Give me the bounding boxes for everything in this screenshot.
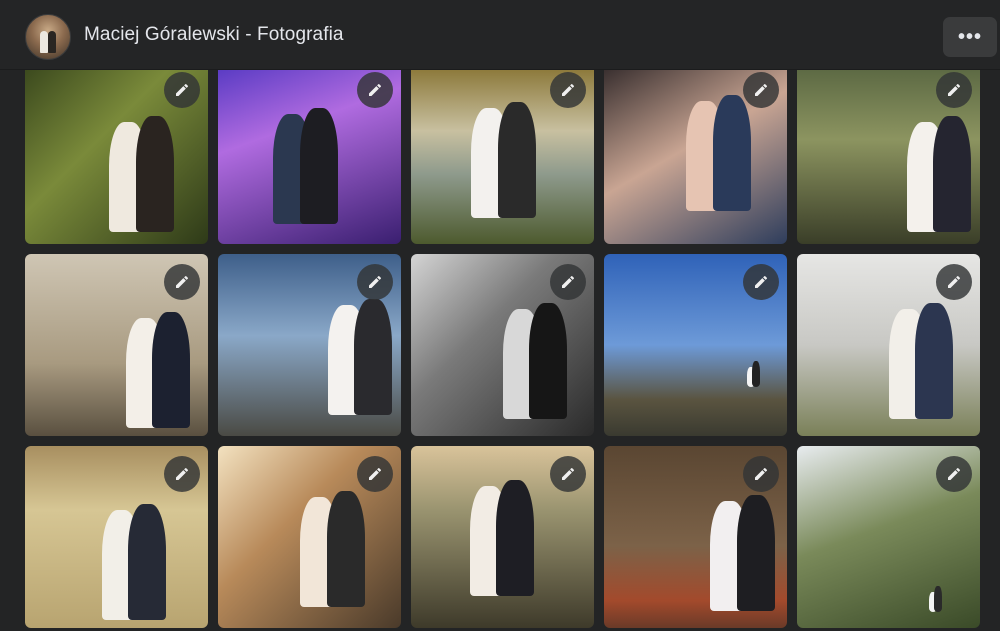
- photo-tile-hilltop-sky[interactable]: [604, 254, 787, 436]
- photo-tile-bw-window[interactable]: [411, 254, 594, 436]
- edit-photo-button[interactable]: [357, 456, 393, 492]
- edit-photo-button[interactable]: [743, 264, 779, 300]
- photo-figure-groom: [152, 311, 191, 428]
- photo-figure-groom: [354, 298, 393, 415]
- page-title[interactable]: Maciej Góralewski - Fotografia: [84, 24, 344, 46]
- photo-grid: [25, 70, 980, 628]
- pencil-icon: [560, 82, 576, 98]
- photo-tile-lake-couple[interactable]: [411, 70, 594, 244]
- photo-tile-wooden-barn[interactable]: [604, 446, 787, 628]
- edit-photo-button[interactable]: [936, 456, 972, 492]
- pencil-icon: [753, 82, 769, 98]
- photo-tile-party-dance[interactable]: [218, 70, 401, 244]
- photo-figure-groom: [934, 585, 943, 612]
- edit-photo-button[interactable]: [936, 264, 972, 300]
- page-header: Maciej Góralewski - Fotografia •••: [0, 0, 1000, 70]
- photo-figure-groom: [326, 490, 365, 607]
- avatar-groom-figure: [48, 31, 56, 53]
- profile-avatar[interactable]: [25, 14, 71, 60]
- edit-photo-button[interactable]: [357, 72, 393, 108]
- photo-tile-windmill[interactable]: [797, 446, 980, 628]
- edit-photo-button[interactable]: [550, 72, 586, 108]
- pencil-icon: [753, 466, 769, 482]
- pencil-icon: [560, 466, 576, 482]
- pencil-icon: [367, 466, 383, 482]
- pencil-icon: [367, 82, 383, 98]
- pencil-icon: [946, 466, 962, 482]
- photo-figure-groom: [933, 116, 972, 233]
- photo-figure-groom: [712, 95, 751, 212]
- photo-tile-bench-couple[interactable]: [25, 254, 208, 436]
- photo-tile-sunset-glow[interactable]: [218, 446, 401, 628]
- photo-tile-meadow-couple[interactable]: [797, 70, 980, 244]
- pencil-icon: [367, 274, 383, 290]
- more-options-button[interactable]: •••: [943, 17, 997, 57]
- photo-tile-makeup-portrait[interactable]: [604, 70, 787, 244]
- photo-figure-groom: [915, 302, 954, 419]
- photo-tile-manor-couple[interactable]: [797, 254, 980, 436]
- pencil-icon: [753, 274, 769, 290]
- photo-figure-groom: [299, 107, 338, 224]
- edit-photo-button[interactable]: [164, 72, 200, 108]
- photo-figure-groom: [496, 480, 535, 597]
- edit-photo-button[interactable]: [743, 72, 779, 108]
- edit-photo-button[interactable]: [550, 456, 586, 492]
- more-options-icon: •••: [957, 26, 982, 48]
- pencil-icon: [946, 82, 962, 98]
- edit-photo-button[interactable]: [164, 456, 200, 492]
- photo-figure-groom: [736, 494, 775, 611]
- edit-photo-button[interactable]: [164, 264, 200, 300]
- pencil-icon: [560, 274, 576, 290]
- photo-figure-groom: [135, 116, 174, 233]
- edit-photo-button[interactable]: [357, 264, 393, 300]
- edit-photo-button[interactable]: [936, 72, 972, 108]
- photo-figure-groom: [128, 503, 167, 620]
- photo-gallery-window: Maciej Góralewski - Fotografia •••: [0, 0, 1000, 631]
- avatar-bride-figure: [40, 31, 48, 53]
- edit-photo-button[interactable]: [743, 456, 779, 492]
- pencil-icon: [174, 82, 190, 98]
- pencil-icon: [174, 274, 190, 290]
- photo-tile-yellow-house-door[interactable]: [25, 446, 208, 628]
- photo-tile-forest-couple[interactable]: [25, 70, 208, 244]
- photo-figure-groom: [752, 360, 761, 387]
- edit-photo-button[interactable]: [550, 264, 586, 300]
- pencil-icon: [174, 466, 190, 482]
- photo-figure-groom: [497, 102, 536, 219]
- pencil-icon: [946, 274, 962, 290]
- photo-tile-blue-sky-rocks[interactable]: [218, 254, 401, 436]
- photo-tile-river-valley-hug[interactable]: [411, 446, 594, 628]
- photo-figure-groom: [529, 302, 568, 419]
